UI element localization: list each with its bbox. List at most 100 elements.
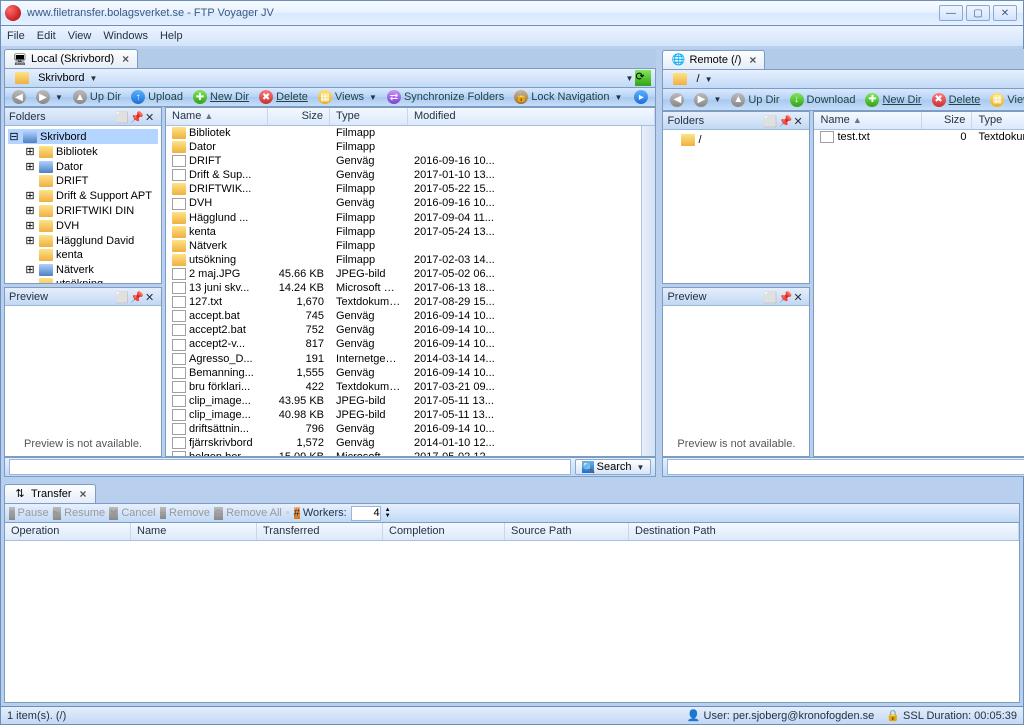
pin2-icon[interactable]: 📌: [778, 115, 790, 127]
pin-icon[interactable]: ⬜: [115, 291, 127, 303]
file-row[interactable]: NätverkFilmapp: [166, 239, 641, 253]
file-row[interactable]: Agresso_D...191Internetgenväg2014-03-14 …: [166, 352, 641, 366]
overflow-icon[interactable]: ▸: [630, 89, 652, 105]
views-button[interactable]: ▦Views▼: [986, 92, 1024, 108]
tree-item[interactable]: utsökning: [8, 277, 158, 283]
file-row[interactable]: DVHGenväg2016-09-16 10...: [166, 196, 641, 210]
workers-stepper[interactable]: ▲▼: [385, 507, 391, 519]
tree-item[interactable]: /: [666, 133, 806, 147]
tree-item[interactable]: ⊞DRIFTWIKI DIN: [8, 203, 158, 218]
file-row[interactable]: Bemanning...1,555Genväg2016-09-14 10...: [166, 366, 641, 380]
transfer-header[interactable]: Operation Name Transferred Completion So…: [5, 523, 1019, 541]
remote-search-input[interactable]: [667, 459, 1024, 475]
local-search-button[interactable]: 🔍Search▼: [575, 459, 652, 475]
pin2-icon[interactable]: 📌: [778, 291, 790, 303]
maximize-button[interactable]: ▢: [966, 5, 990, 21]
file-row[interactable]: accept2.bat752Genväg2016-09-14 10...: [166, 323, 641, 337]
refresh-icon[interactable]: ⟳: [635, 70, 651, 86]
file-row[interactable]: clip_image...43.95 KBJPEG-bild2017-05-11…: [166, 394, 641, 408]
close-button[interactable]: ✕: [993, 5, 1017, 21]
remote-tab-close-icon[interactable]: ×: [749, 53, 756, 67]
tree-item[interactable]: ⊞Drift & Support APT: [8, 188, 158, 203]
file-row[interactable]: 2 maj.JPG45.66 KBJPEG-bild2017-05-02 06.…: [166, 267, 641, 281]
file-row[interactable]: accept2-v...817Genväg2016-09-14 10...: [166, 337, 641, 351]
file-row[interactable]: 127.txt1,670Textdokument2017-08-29 15...: [166, 295, 641, 309]
panel-close-icon[interactable]: ✕: [145, 291, 157, 303]
back-button[interactable]: ◀: [666, 92, 688, 108]
menu-file[interactable]: File: [7, 30, 25, 42]
file-row[interactable]: BibliotekFilmapp: [166, 126, 641, 140]
file-row[interactable]: utsökningFilmapp2017-02-03 14...: [166, 253, 641, 267]
delete-button[interactable]: ✖Delete: [928, 92, 985, 108]
file-row[interactable]: clip_image...40.98 KBJPEG-bild2017-05-11…: [166, 408, 641, 422]
remote-tab[interactable]: 🌐 Remote (/) ×: [662, 50, 765, 69]
menu-edit[interactable]: Edit: [37, 30, 56, 42]
menu-view[interactable]: View: [68, 30, 92, 42]
pause-button[interactable]: ⏸Pause: [9, 507, 49, 520]
local-file-header[interactable]: Name ▲ Size Type Modified: [166, 108, 655, 126]
pin-icon[interactable]: ⬜: [763, 291, 775, 303]
file-row[interactable]: Drift & Sup...Genväg2017-01-10 13...: [166, 168, 641, 182]
file-row[interactable]: bru förklari...422Textdokument2017-03-21…: [166, 380, 641, 394]
back-button[interactable]: ◀: [8, 89, 30, 105]
file-row[interactable]: 13 juni skv...14.24 KBMicrosoft Word...2…: [166, 281, 641, 295]
tree-item[interactable]: ⊞Dator: [8, 159, 158, 174]
menu-windows[interactable]: Windows: [103, 30, 148, 42]
file-row[interactable]: helgen ber...15.09 KBMicrosoft Word...20…: [166, 450, 641, 456]
removeall-button[interactable]: ⊖Remove All: [214, 507, 282, 520]
lock-button[interactable]: 🔒Lock Navigation▼: [510, 89, 626, 105]
file-row[interactable]: test.txt0Textdokument2017-09-04 12...: [814, 130, 1024, 144]
local-breadcrumb-drive[interactable]: Skrivbord ▼: [9, 71, 103, 85]
cancel-button[interactable]: ✖Cancel: [109, 507, 155, 520]
panel-close-icon[interactable]: ✕: [793, 115, 805, 127]
menu-help[interactable]: Help: [160, 30, 183, 42]
tree-item[interactable]: DRIFT: [8, 174, 158, 188]
pin2-icon[interactable]: 📌: [130, 291, 142, 303]
remote-file-header[interactable]: Name ▲ Size Type Modified: [814, 112, 1024, 130]
forward-button[interactable]: ▶▼: [32, 89, 67, 105]
file-row[interactable]: DRIFTWIK...Filmapp2017-05-22 15...: [166, 182, 641, 196]
views-button[interactable]: ▦Views▼: [314, 89, 381, 105]
upload-button[interactable]: ↑Upload: [127, 89, 187, 105]
transfer-tab[interactable]: ⇅ Transfer ×: [4, 484, 96, 503]
panel-close-icon[interactable]: ✕: [793, 291, 805, 303]
pin2-icon[interactable]: 📌: [130, 111, 142, 123]
file-row[interactable]: DatorFilmapp: [166, 140, 641, 154]
tree-item[interactable]: ⊞Bibliotek: [8, 144, 158, 159]
minimize-button[interactable]: —: [939, 5, 963, 21]
tree-item[interactable]: ⊞Nätverk: [8, 262, 158, 277]
file-row[interactable]: fjärrskrivbord1,572Genväg2014-01-10 12..…: [166, 436, 641, 450]
remote-folder-tree[interactable]: /: [663, 130, 809, 283]
local-tab[interactable]: 🖥 Local (Skrivbord) ×: [4, 49, 138, 68]
remove-button[interactable]: −Remove: [160, 507, 210, 519]
transfer-tab-close-icon[interactable]: ×: [80, 487, 87, 501]
updir-button[interactable]: ▲Up Dir: [69, 89, 125, 105]
local-tab-close-icon[interactable]: ×: [122, 52, 129, 66]
scrollbar[interactable]: [641, 126, 655, 456]
newdir-button[interactable]: ✚New Dir: [861, 92, 925, 108]
file-row[interactable]: driftsättnin...796Genväg2016-09-14 10...: [166, 422, 641, 436]
resume-button[interactable]: ▶Resume: [53, 507, 105, 520]
newdir-button[interactable]: ✚New Dir: [189, 89, 253, 105]
pin-icon[interactable]: ⬜: [763, 115, 775, 127]
local-breadcrumb-dropdown-icon[interactable]: ▼: [626, 74, 634, 83]
workers-input[interactable]: [351, 506, 381, 521]
file-row[interactable]: kentaFilmapp2017-05-24 13...: [166, 225, 641, 239]
file-row[interactable]: DRIFTGenväg2016-09-16 10...: [166, 154, 641, 168]
panel-close-icon[interactable]: ✕: [145, 111, 157, 123]
local-folder-tree[interactable]: ⊟Skrivbord⊞Bibliotek⊞DatorDRIFT⊞Drift & …: [5, 126, 161, 283]
tree-item[interactable]: kenta: [8, 248, 158, 262]
sync-button[interactable]: ⇄Synchronize Folders: [383, 89, 508, 105]
tree-item[interactable]: ⊟Skrivbord: [8, 129, 158, 144]
file-row[interactable]: Hägglund ...Filmapp2017-09-04 11...: [166, 211, 641, 225]
tree-item[interactable]: ⊞DVH: [8, 218, 158, 233]
updir-button[interactable]: ▲Up Dir: [727, 92, 783, 108]
download-button[interactable]: ↓Download: [786, 92, 860, 108]
forward-button[interactable]: ▶▼: [690, 92, 725, 108]
file-row[interactable]: accept.bat745Genväg2016-09-14 10...: [166, 309, 641, 323]
tree-item[interactable]: ⊞Hägglund David: [8, 233, 158, 248]
remote-breadcrumb-root[interactable]: / ▼: [667, 72, 718, 86]
pin-icon[interactable]: ⬜: [115, 111, 127, 123]
local-search-input[interactable]: [9, 459, 571, 475]
delete-button[interactable]: ✖Delete: [255, 89, 312, 105]
